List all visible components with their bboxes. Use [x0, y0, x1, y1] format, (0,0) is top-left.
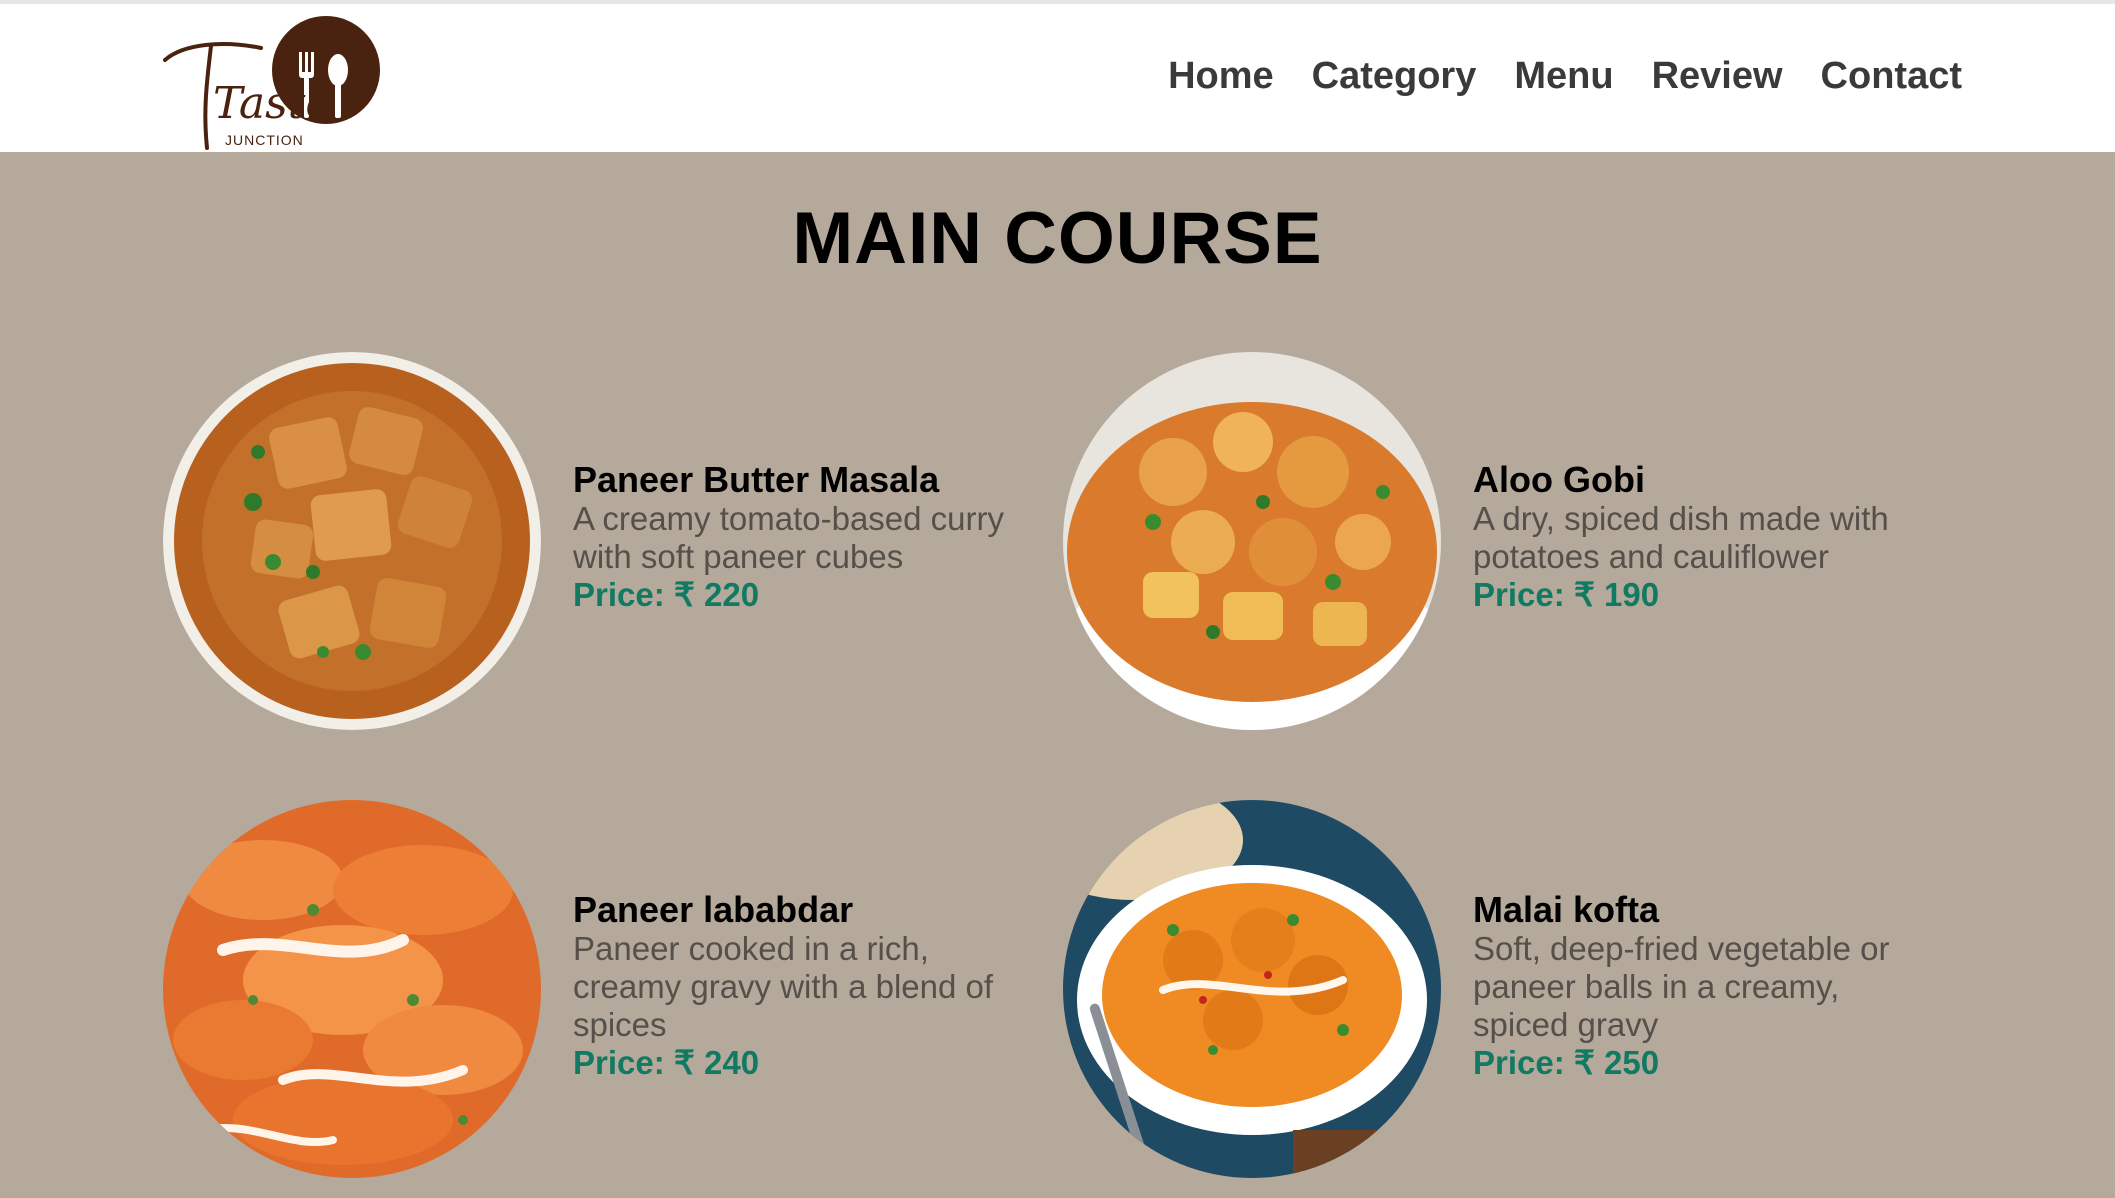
dish-name: Paneer Butter Masala: [573, 459, 940, 500]
nav-contact[interactable]: Contact: [1821, 54, 1962, 98]
dish-name: Malai kofta: [1473, 889, 1660, 930]
dish-card-paneer-lababdar[interactable]: Paneer lababdar Paneer cooked in a rich,…: [163, 800, 1043, 1180]
dish-info: Malai kofta Soft, deep-fried vegetable o…: [1473, 890, 1943, 1082]
svg-text:Taste: Taste: [213, 78, 331, 129]
dish-price: Price: ₹ 190: [1473, 576, 1660, 613]
dish-description: A creamy tomato-based curry with soft pa…: [573, 500, 1004, 575]
dish-info: Aloo Gobi A dry, spiced dish made with p…: [1473, 460, 1943, 614]
malai-kofta-photo: [1063, 800, 1441, 1178]
dish-description: Paneer cooked in a rich, creamy gravy wi…: [573, 930, 994, 1043]
nav-home[interactable]: Home: [1168, 54, 1274, 98]
dish-card-aloo-gobi[interactable]: Aloo Gobi A dry, spiced dish made with p…: [1063, 352, 1943, 732]
dish-price: Price: ₹ 250: [1473, 1044, 1660, 1081]
dish-info: Paneer Butter Masala A creamy tomato-bas…: [573, 460, 1043, 614]
nav-category[interactable]: Category: [1312, 54, 1477, 98]
main-nav: Home Category Menu Review Contact: [1168, 54, 1962, 98]
dish-card-paneer-butter-masala[interactable]: Paneer Butter Masala A creamy tomato-bas…: [163, 352, 1043, 732]
dish-info: Paneer lababdar Paneer cooked in a rich,…: [573, 890, 1043, 1082]
dish-card-malai-kofta[interactable]: Malai kofta Soft, deep-fried vegetable o…: [1063, 800, 1943, 1180]
logo-mark: Taste: [163, 16, 380, 150]
paneer-butter-masala-photo: [163, 352, 541, 730]
logo-subtitle: JUNCTION: [225, 132, 304, 148]
nav-review[interactable]: Review: [1652, 54, 1783, 98]
dish-description: Soft, deep-fried vegetable or paneer bal…: [1473, 930, 1890, 1043]
nav-menu[interactable]: Menu: [1514, 54, 1613, 98]
dish-price: Price: ₹ 240: [573, 1044, 760, 1081]
section-title: MAIN COURSE: [792, 198, 1323, 279]
dish-name: Aloo Gobi: [1473, 459, 1645, 500]
taste-junction-logo[interactable]: Taste JUNCTION: [163, 10, 393, 152]
dish-name: Paneer lababdar: [573, 889, 854, 930]
aloo-gobi-photo: [1063, 352, 1441, 730]
dish-description: A dry, spiced dish made with potatoes an…: [1473, 500, 1889, 575]
navbar: Taste JUNCTION Home Category Menu Review…: [0, 0, 2115, 152]
dish-price: Price: ₹ 220: [573, 576, 760, 613]
paneer-lababdar-photo: [163, 800, 541, 1178]
